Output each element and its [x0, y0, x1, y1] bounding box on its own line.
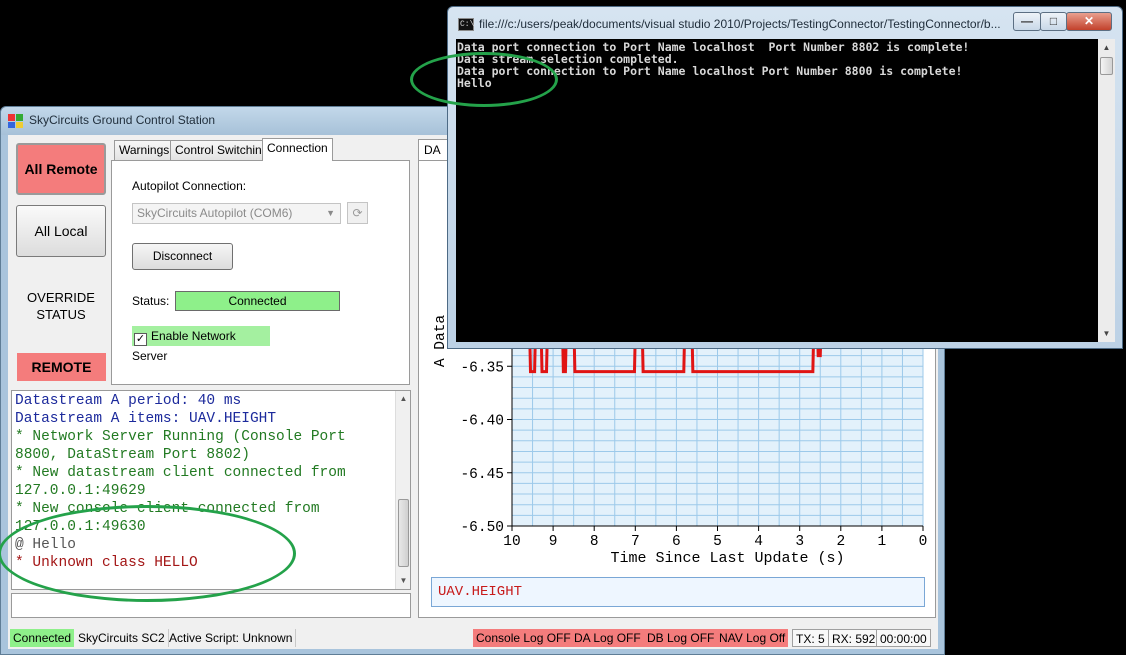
console-log-line: @ Hello: [15, 537, 76, 553]
console-log-lines: Datastream A period: 40 ms Datastream A i…: [15, 392, 395, 572]
console-window-title: file:///c:/users/peak/documents/visual s…: [479, 17, 1001, 31]
scrollbar-thumb[interactable]: [1100, 57, 1113, 75]
console-log-line: * New datastream client connected from: [15, 465, 346, 481]
statusbar-active-script: Active Script: Unknown: [166, 629, 297, 647]
chevron-down-icon: ▼: [326, 208, 335, 218]
x-tick-label: 0: [919, 534, 928, 550]
console-log-scrollbar[interactable]: ▲ ▼: [395, 391, 410, 589]
console-output[interactable]: Data port connection to Port Name localh…: [456, 39, 1115, 342]
x-tick-label: 2: [836, 534, 845, 550]
y-tick-label: -6.50: [460, 520, 504, 536]
maximize-icon: □: [1049, 14, 1058, 28]
minimize-button[interactable]: —: [1013, 12, 1041, 31]
statusbar-rx-count: RX: 592: [828, 629, 880, 647]
all-remote-button[interactable]: All Remote: [16, 143, 106, 195]
close-icon: ✕: [1083, 14, 1095, 28]
console-log-toggle[interactable]: Console Log OFF: [473, 629, 574, 647]
tab-warnings[interactable]: Warnings: [114, 140, 175, 160]
console-log-line: 8800, DataStream Port 8802): [15, 447, 250, 463]
x-axis-label: Time Since Last Update (s): [610, 550, 844, 567]
console-output-lines: Data port connection to Port Name localh…: [457, 41, 969, 89]
y-tick-label: -6.45: [460, 467, 504, 483]
console-output-line: Hello: [457, 76, 492, 90]
override-mode-badge: REMOTE: [17, 353, 106, 381]
selected-series-field[interactable]: UAV.HEIGHT: [431, 577, 925, 607]
db-log-toggle[interactable]: DB Log OFF: [644, 629, 718, 647]
console-app-icon: C:\: [458, 18, 475, 31]
x-tick-label: 3: [795, 534, 804, 550]
x-tick-label: 6: [672, 534, 681, 550]
scroll-down-icon[interactable]: ▼: [396, 573, 410, 589]
all-local-button[interactable]: All Local: [16, 205, 106, 257]
y-tick-label: -6.40: [460, 414, 504, 430]
tab-control-switching[interactable]: Control Switching: [170, 140, 274, 160]
statusbar-tx-count: TX: 5: [792, 629, 829, 647]
gcs-window-title: SkyCircuits Ground Control Station: [29, 113, 216, 127]
x-tick-label: 8: [590, 534, 599, 550]
console-window: C:\ file:///c:/users/peak/documents/visu…: [447, 6, 1123, 349]
scroll-up-icon[interactable]: ▲: [1098, 39, 1115, 56]
autopilot-select[interactable]: SkyCircuits Autopilot (COM6) ▼: [132, 203, 341, 224]
enable-network-server-checkbox[interactable]: ✓ Enable Network Server: [132, 326, 270, 363]
console-log-line: Datastream A items: UAV.HEIGHT: [15, 411, 277, 427]
console-log[interactable]: Datastream A period: 40 ms Datastream A i…: [11, 390, 411, 590]
maximize-button[interactable]: □: [1040, 12, 1067, 31]
x-tick-label: 9: [549, 534, 558, 550]
scroll-up-icon[interactable]: ▲: [396, 391, 410, 407]
status-label: Status:: [132, 294, 170, 308]
checkbox-check-icon[interactable]: ✓: [134, 333, 147, 346]
console-log-line: * Network Server Running (Console Port: [15, 429, 346, 445]
nav-log-toggle[interactable]: NAV Log Off: [716, 629, 789, 647]
y-tick-label: -6.35: [460, 360, 504, 376]
console-log-line: 127.0.0.1:49630: [15, 519, 146, 535]
x-tick-label: 5: [713, 534, 722, 550]
x-tick-label: 7: [631, 534, 640, 550]
console-command-input[interactable]: [11, 593, 411, 618]
x-tick-label: 1: [878, 534, 887, 550]
autopilot-connection-label: Autopilot Connection:: [132, 179, 247, 193]
console-log-line: * Unknown class HELLO: [15, 555, 198, 571]
da-log-toggle[interactable]: DA Log OFF: [571, 629, 644, 647]
statusbar-product: SkyCircuits SC2: [75, 629, 169, 647]
console-scrollbar[interactable]: ▲ ▼: [1098, 39, 1115, 342]
console-output-line: Data port connection to Port Name localh…: [457, 64, 963, 78]
autopilot-select-value: SkyCircuits Autopilot (COM6): [137, 206, 293, 220]
minimize-icon: —: [1021, 14, 1033, 28]
statusbar-time: 00:00:00: [876, 629, 931, 647]
console-log-line: * New console client connected from: [15, 501, 320, 517]
override-status-line1: OVERRIDE: [27, 290, 95, 305]
override-status-label: OVERRIDE STATUS: [16, 289, 106, 323]
console-log-line: Datastream A period: 40 ms: [15, 393, 242, 409]
app-icon: [8, 114, 23, 128]
override-status-line2: STATUS: [36, 307, 86, 322]
x-tick-label: 4: [754, 534, 763, 550]
console-log-line: 127.0.0.1:49629: [15, 483, 146, 499]
close-button[interactable]: ✕: [1066, 12, 1112, 31]
refresh-ports-button[interactable]: ⟳: [347, 202, 368, 224]
connection-panel: Autopilot Connection: SkyCircuits Autopi…: [111, 160, 410, 385]
x-tick-label: 10: [503, 534, 520, 550]
enable-network-server-label: Enable Network Server: [132, 329, 236, 363]
scroll-down-icon[interactable]: ▼: [1098, 325, 1115, 342]
statusbar-connection: Connected: [10, 629, 75, 647]
status-bar: Connected SkyCircuits SC2 Active Script:…: [8, 625, 938, 649]
refresh-icon: ⟳: [352, 206, 363, 220]
tab-connection[interactable]: Connection: [262, 138, 333, 161]
disconnect-button[interactable]: Disconnect: [132, 243, 233, 270]
connection-status-value: Connected: [175, 291, 340, 311]
scrollbar-thumb[interactable]: [398, 499, 409, 567]
